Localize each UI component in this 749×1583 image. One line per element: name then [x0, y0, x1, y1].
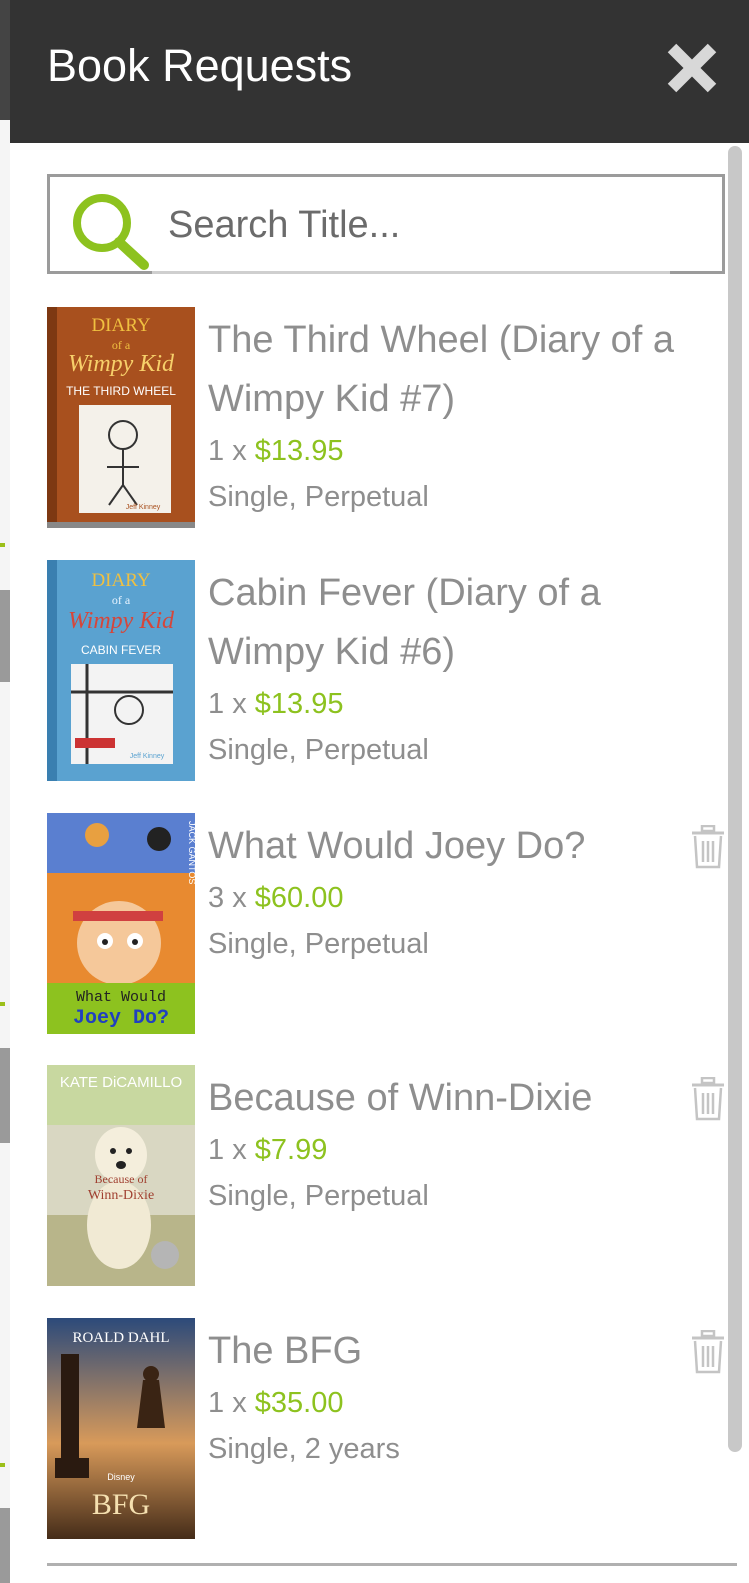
search-input[interactable]: [168, 199, 708, 251]
background-accent: [0, 543, 5, 547]
book-cover: DIARY of a Wimpy Kid THE THIRD WHEEL Jef…: [47, 307, 195, 528]
list-item[interactable]: KATE DiCAMILLO Because of Winn-Dixie Bec…: [47, 1065, 737, 1293]
background-accent: [0, 1002, 5, 1006]
quantity-price: 3 x $60.00: [208, 878, 698, 918]
cover-text: CABIN FEVER: [81, 643, 161, 657]
book-requests-panel: Book Requests DIARY of a Wimpy: [10, 0, 749, 1583]
cover-text: Jeff Kinney: [126, 504, 161, 511]
book-cover: KATE DiCAMILLO Because of Winn-Dixie: [47, 1065, 195, 1286]
book-title[interactable]: Cabin Fever (Diary of a Wimpy Kid #6): [208, 564, 698, 682]
quantity: 1: [208, 435, 225, 467]
cover-text: DIARY: [91, 570, 150, 591]
quantity: 3: [208, 882, 225, 914]
list-divider: [47, 1563, 737, 1566]
times-sign: x: [232, 1134, 247, 1166]
trash-icon[interactable]: [691, 1329, 725, 1374]
quantity-price: 1 x $13.95: [208, 684, 698, 724]
price: $7.99: [254, 1134, 328, 1166]
background-accent: [0, 1463, 5, 1467]
trash-icon[interactable]: [691, 1076, 725, 1121]
price: $35.00: [254, 1387, 344, 1419]
price: $13.95: [254, 688, 344, 720]
cover-text: What Would: [76, 989, 166, 1006]
license-type: Single, Perpetual: [208, 1180, 429, 1212]
license-type: Single, Perpetual: [208, 734, 429, 766]
book-cover: ROALD DAHL Disney BFG: [47, 1318, 195, 1539]
book-info: Because of Winn-Dixie 1 x $7.99 Single, …: [208, 1069, 698, 1216]
panel-title: Book Requests: [47, 40, 353, 91]
list-item[interactable]: DIARY of a Wimpy Kid CABIN FEVER Jeff Ki…: [47, 560, 737, 788]
book-title[interactable]: The Third Wheel (Diary of a Wimpy Kid #7…: [208, 311, 698, 429]
search-box: [47, 174, 725, 274]
times-sign: x: [232, 1387, 247, 1419]
cover-text: of a: [112, 593, 131, 607]
times-sign: x: [232, 435, 247, 467]
background-block: [0, 1508, 10, 1583]
trash-icon[interactable]: [691, 824, 725, 869]
price: $13.95: [254, 435, 344, 467]
list-item[interactable]: DIARY of a Wimpy Kid THE THIRD WHEEL Jef…: [47, 307, 737, 535]
quantity-price: 1 x $13.95: [208, 431, 698, 471]
cover-text: JACK GANTOS: [187, 821, 195, 884]
cover-text: of a: [112, 338, 131, 352]
times-sign: x: [232, 882, 247, 914]
cover-text: Because of: [95, 1172, 148, 1186]
book-cover: DIARY of a Wimpy Kid CABIN FEVER Jeff Ki…: [47, 560, 195, 781]
quantity: 1: [208, 1387, 225, 1419]
cover-text: Wimpy Kid: [68, 608, 175, 634]
book-cover: What Would Joey Do? JACK GANTOS: [47, 813, 195, 1034]
quantity: 1: [208, 688, 225, 720]
license-type: Single, Perpetual: [208, 481, 429, 513]
background-block: [0, 1048, 10, 1143]
cover-text: Disney: [107, 1472, 135, 1482]
cover-text: Winn-Dixie: [88, 1188, 154, 1203]
times-sign: x: [232, 688, 247, 720]
cover-text: Jeff Kinney: [130, 753, 165, 760]
cover-text: Wimpy Kid: [68, 351, 175, 377]
book-info: Cabin Fever (Diary of a Wimpy Kid #6) 1 …: [208, 564, 698, 770]
price: $60.00: [254, 882, 344, 914]
license-type: Single, Perpetual: [208, 928, 429, 960]
book-title[interactable]: Because of Winn-Dixie: [208, 1069, 698, 1128]
list-item[interactable]: What Would Joey Do? JACK GANTOS What Wou…: [47, 813, 737, 1041]
cover-text: KATE DiCAMILLO: [60, 1074, 182, 1091]
background-block: [0, 590, 10, 682]
cover-text: THE THIRD WHEEL: [66, 384, 176, 398]
quantity: 1: [208, 1134, 225, 1166]
search-icon: [66, 189, 150, 273]
cover-text: ROALD DAHL: [72, 1330, 169, 1346]
panel-header: Book Requests: [10, 0, 749, 143]
cover-text: DIARY: [91, 315, 150, 336]
cover-text: Joey Do?: [73, 1007, 169, 1030]
cover-text: BFG: [92, 1488, 150, 1521]
book-title[interactable]: The BFG: [208, 1322, 698, 1381]
book-info: The Third Wheel (Diary of a Wimpy Kid #7…: [208, 311, 698, 517]
search-underline: [152, 271, 670, 274]
background-block: [0, 0, 10, 120]
book-info: What Would Joey Do? 3 x $60.00 Single, P…: [208, 817, 698, 964]
quantity-price: 1 x $35.00: [208, 1383, 698, 1423]
close-icon[interactable]: [664, 40, 720, 96]
license-type: Single, 2 years: [208, 1433, 400, 1465]
book-info: The BFG 1 x $35.00 Single, 2 years: [208, 1322, 698, 1469]
quantity-price: 1 x $7.99: [208, 1130, 698, 1170]
list-item[interactable]: ROALD DAHL Disney BFG The BFG 1 x $35.00…: [47, 1318, 737, 1546]
book-title[interactable]: What Would Joey Do?: [208, 817, 698, 876]
